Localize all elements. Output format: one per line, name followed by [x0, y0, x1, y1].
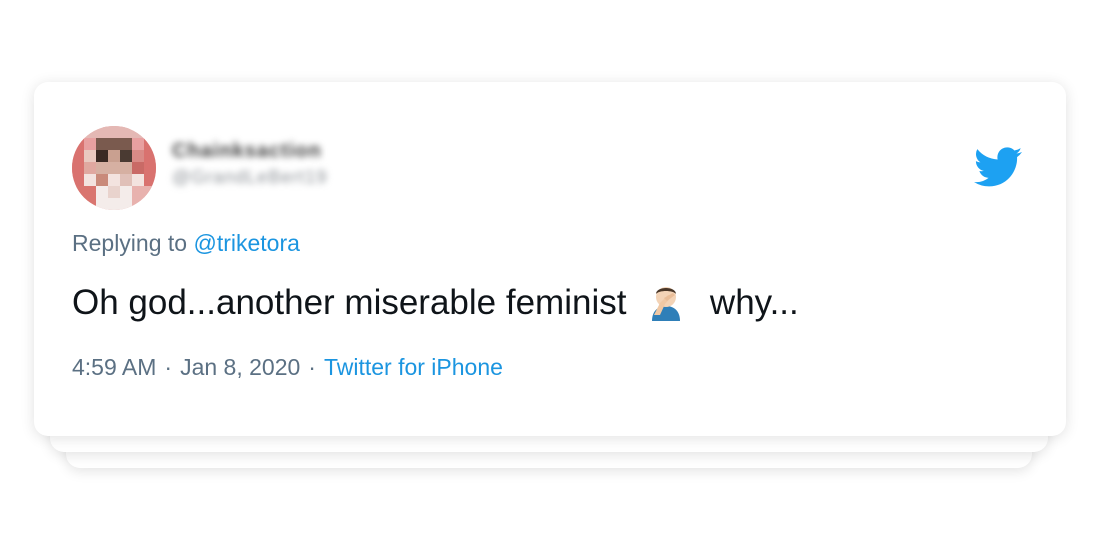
tweet-text-after-emoji: why... [709, 283, 799, 322]
tweet-card[interactable]: Chainksaction @GrandLeBert19 Replying to… [34, 82, 1066, 436]
meta-separator: · [164, 354, 173, 380]
meta-separator-2: · [308, 354, 316, 380]
tweet-date[interactable]: Jan 8, 2020 [180, 354, 300, 380]
replying-to-mention-link[interactable]: @triketora [193, 230, 299, 256]
tweet-time[interactable]: 4:59 AM [72, 354, 156, 380]
author-display-name[interactable]: Chainksaction [172, 140, 327, 163]
tweet-screenshot-stage: Chainksaction @GrandLeBert19 Replying to… [0, 0, 1100, 554]
man-facepalming-emoji-icon [646, 281, 686, 321]
facepalm-emoji-svg [652, 287, 681, 321]
replying-prefix: Replying to [72, 230, 194, 256]
author-handle[interactable]: @GrandLeBert19 [172, 167, 327, 188]
replying-to-line: Replying to @triketora [72, 230, 300, 257]
twitter-bird-icon[interactable] [974, 147, 1022, 189]
blurred-avatar-image [72, 126, 156, 210]
twitter-bird-icon-svg [974, 147, 1022, 187]
avatar[interactable] [72, 126, 156, 210]
tweet-text-before-emoji: Oh god...another miserable feminist [72, 283, 627, 322]
tweet-source-link[interactable]: Twitter for iPhone [324, 354, 503, 380]
tweet-meta-row: 4:59 AM · Jan 8, 2020 · Twitter for iPhone [72, 354, 503, 381]
tweet-text: Oh god...another miserable feminist why.… [72, 280, 799, 326]
user-meta: Chainksaction @GrandLeBert19 [172, 140, 327, 188]
